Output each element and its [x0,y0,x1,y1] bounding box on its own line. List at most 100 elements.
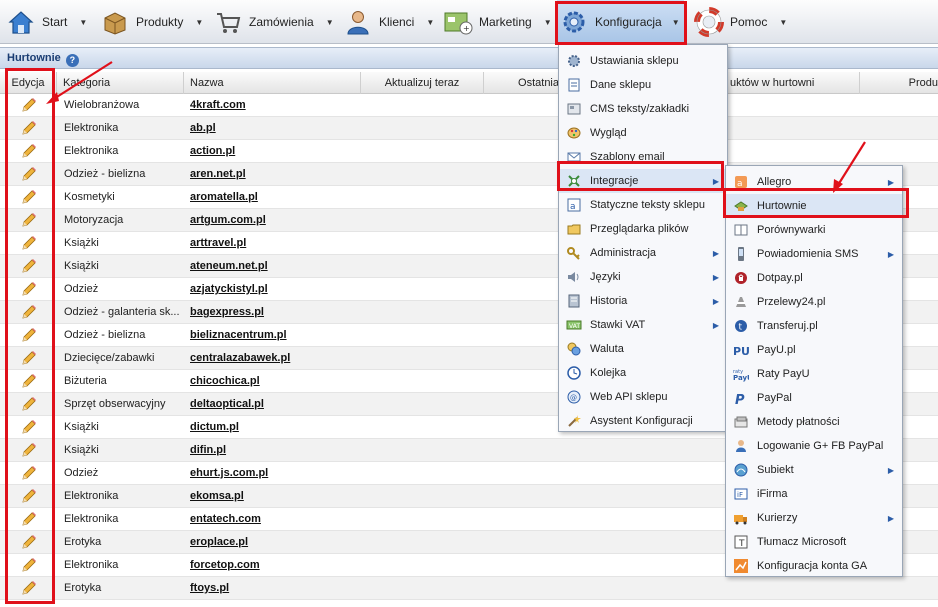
integr_menu-item-metody-p-atno-ci[interactable]: Metody płatności [726,410,902,434]
menu-zamowienia[interactable]: Zamówienia ▼ [213,0,334,44]
wholesaler-name-link[interactable]: deltaoptical.pl [190,393,390,416]
integr_menu-item-kurierzy[interactable]: Kurierzy ▶ [726,506,902,530]
integr_menu-item-przelewy24-pl[interactable]: Przelewy24.pl [726,290,902,314]
wholesaler-name-link[interactable]: eroplace.pl [190,531,390,554]
edit-pencil-icon[interactable] [0,301,57,324]
edit-pencil-icon[interactable] [0,462,57,485]
wholesaler-name-link[interactable]: azjatyckistyl.pl [190,278,390,301]
config_menu-item-waluta[interactable]: Waluta [559,337,727,361]
edit-pencil-icon[interactable] [0,416,57,439]
help-icon[interactable]: ? [65,54,79,67]
edit-pencil-icon[interactable] [0,163,57,186]
paypal-icon: P [733,390,749,406]
edit-pencil-icon[interactable] [0,324,57,347]
integr_menu-item-raty-payu[interactable]: ratyPayU Raty PayU [726,362,902,386]
edit-pencil-icon[interactable] [0,94,57,117]
wholesaler-name-link[interactable]: bieliznacentrum.pl [190,324,390,347]
edit-pencil-icon[interactable] [0,186,57,209]
config_menu-item-kolejka[interactable]: Kolejka [559,361,727,385]
edit-pencil-icon[interactable] [0,232,57,255]
menu-marketing[interactable]: + Marketing ▼ [443,0,552,44]
menu-pomoc[interactable]: Pomoc ▼ [694,0,787,44]
integr_menu-item-payu-pl[interactable]: PU PayU.pl [726,338,902,362]
menu-item-label: Dotpay.pl [757,272,803,284]
wholesaler-name-link[interactable]: ekomsa.pl [190,485,390,508]
integr_menu-item-por-wnywarki[interactable]: Porównywarki [726,218,902,242]
wholesaler-name-link[interactable]: difin.pl [190,439,390,462]
column-header-produkty[interactable]: Produ [860,72,938,94]
wholesaler-name-link[interactable]: bagexpress.pl [190,301,390,324]
config_menu-item-web-api-sklepu[interactable]: @ Web API sklepu [559,385,727,409]
config_menu-item-administracja[interactable]: Administracja ▶ [559,241,727,265]
column-header-ostatnia[interactable]: Ostatnia [484,72,564,94]
integr_menu-item-dotpay-pl[interactable]: Dotpay.pl [726,266,902,290]
config_menu-item-historia[interactable]: Historia ▶ [559,289,727,313]
wholesaler-name-link[interactable]: aromatella.pl [190,186,390,209]
config_menu-item-statyczne-teksty-sklepu[interactable]: a Statyczne teksty sklepu [559,193,727,217]
menu-konfiguracja[interactable]: Konfiguracja ▼ [557,0,684,44]
wholesaler-name-link[interactable]: entatech.com [190,508,390,531]
integr_menu-item-logowanie-g-fb-paypal[interactable]: Logowanie G+ FB PayPal [726,434,902,458]
wholesaler-name-link[interactable]: centralazabawek.pl [190,347,390,370]
category-cell: Motoryzacja [64,214,124,226]
edit-pencil-icon[interactable] [0,577,57,600]
config_menu-item-j-zyki[interactable]: Języki ▶ [559,265,727,289]
wholesaler-name-link[interactable]: dictum.pl [190,416,390,439]
config_menu-item-stawki-vat[interactable]: VAT Stawki VAT ▶ [559,313,727,337]
menu-produkty[interactable]: Produkty ▼ [100,0,203,44]
config_menu-item-przegl-darka-plik-w[interactable]: Przeglądarka plików [559,217,727,241]
edit-pencil-icon[interactable] [0,531,57,554]
integr_menu-item-paypal[interactable]: P PayPal [726,386,902,410]
wholesaler-name-link[interactable]: artgum.com.pl [190,209,390,232]
column-header-edycja[interactable]: Edycja [0,72,57,94]
edit-pencil-icon[interactable] [0,370,57,393]
wholesaler-name-link[interactable]: ateneum.net.pl [190,255,390,278]
edit-pencil-icon[interactable] [0,485,57,508]
edit-pencil-icon[interactable] [0,554,57,577]
column-header-aktualizuj[interactable]: Aktualizuj teraz [361,72,484,94]
integr_menu-item-hurtownie[interactable]: Hurtownie [726,194,902,218]
edit-pencil-icon[interactable] [0,255,57,278]
integr_menu-item-konfiguracja-konta-ga[interactable]: Konfiguracja konta GA [726,554,902,578]
category-cell: Dziecięce/zabawki [64,352,155,364]
integr_menu-item-ifirma[interactable]: iF iFirma [726,482,902,506]
wholesaler-name-link[interactable]: ehurt.js.com.pl [190,462,390,485]
column-header-kategoria[interactable]: Kategoria [57,72,184,94]
edit-pencil-icon[interactable] [0,140,57,163]
menu-item-label: PayU.pl [757,344,796,356]
config_menu-item-wygl-d[interactable]: Wygląd [559,121,727,145]
integr_menu-item-t-umacz-microsoft[interactable]: T Tłumacz Microsoft [726,530,902,554]
wholesaler-name-link[interactable]: ab.pl [190,117,390,140]
config_menu-item-dane-sklepu[interactable]: Dane sklepu [559,73,727,97]
menu-start[interactable]: Start ▼ [6,0,87,44]
column-header-nazwa[interactable]: Nazwa [184,72,361,94]
integr_menu-item-allegro[interactable]: a Allegro ▶ [726,170,902,194]
menu-item-label: Subiekt [757,464,794,476]
config_menu-item-cms-teksty-zak-adki[interactable]: CMS teksty/zakładki [559,97,727,121]
edit-pencil-icon[interactable] [0,278,57,301]
config_menu-item-integracje[interactable]: Integracje ▶ [559,169,727,193]
integr_menu-item-transferuj-pl[interactable]: t Transferuj.pl [726,314,902,338]
translator-icon: T [733,534,749,550]
edit-pencil-icon[interactable] [0,347,57,370]
wholesaler-name-link[interactable]: chicochica.pl [190,370,390,393]
edit-pencil-icon[interactable] [0,439,57,462]
chevron-down-icon: ▼ [779,17,788,27]
svg-text:iF: iF [737,491,743,499]
wholesaler-name-link[interactable]: aren.net.pl [190,163,390,186]
config_menu-item-asystent-konfiguracji[interactable]: Asystent Konfiguracji [559,409,727,433]
edit-pencil-icon[interactable] [0,117,57,140]
integr_menu-item-powiadomienia-sms[interactable]: Powiadomienia SMS ▶ [726,242,902,266]
edit-pencil-icon[interactable] [0,393,57,416]
edit-pencil-icon[interactable] [0,508,57,531]
wholesaler-name-link[interactable]: forcetop.com [190,554,390,577]
wholesaler-name-link[interactable]: ftoys.pl [190,577,390,600]
config_menu-item-ustawiania-sklepu[interactable]: Ustawiania sklepu [559,49,727,73]
wholesaler-name-link[interactable]: arttravel.pl [190,232,390,255]
edit-pencil-icon[interactable] [0,209,57,232]
integr_menu-item-subiekt[interactable]: Subiekt ▶ [726,458,902,482]
wholesaler-name-link[interactable]: action.pl [190,140,390,163]
menu-klienci[interactable]: Klienci ▼ [343,0,434,44]
wholesaler-name-link[interactable]: 4kraft.com [190,94,390,117]
config_menu-item-szablony-email[interactable]: Szablony email [559,145,727,169]
